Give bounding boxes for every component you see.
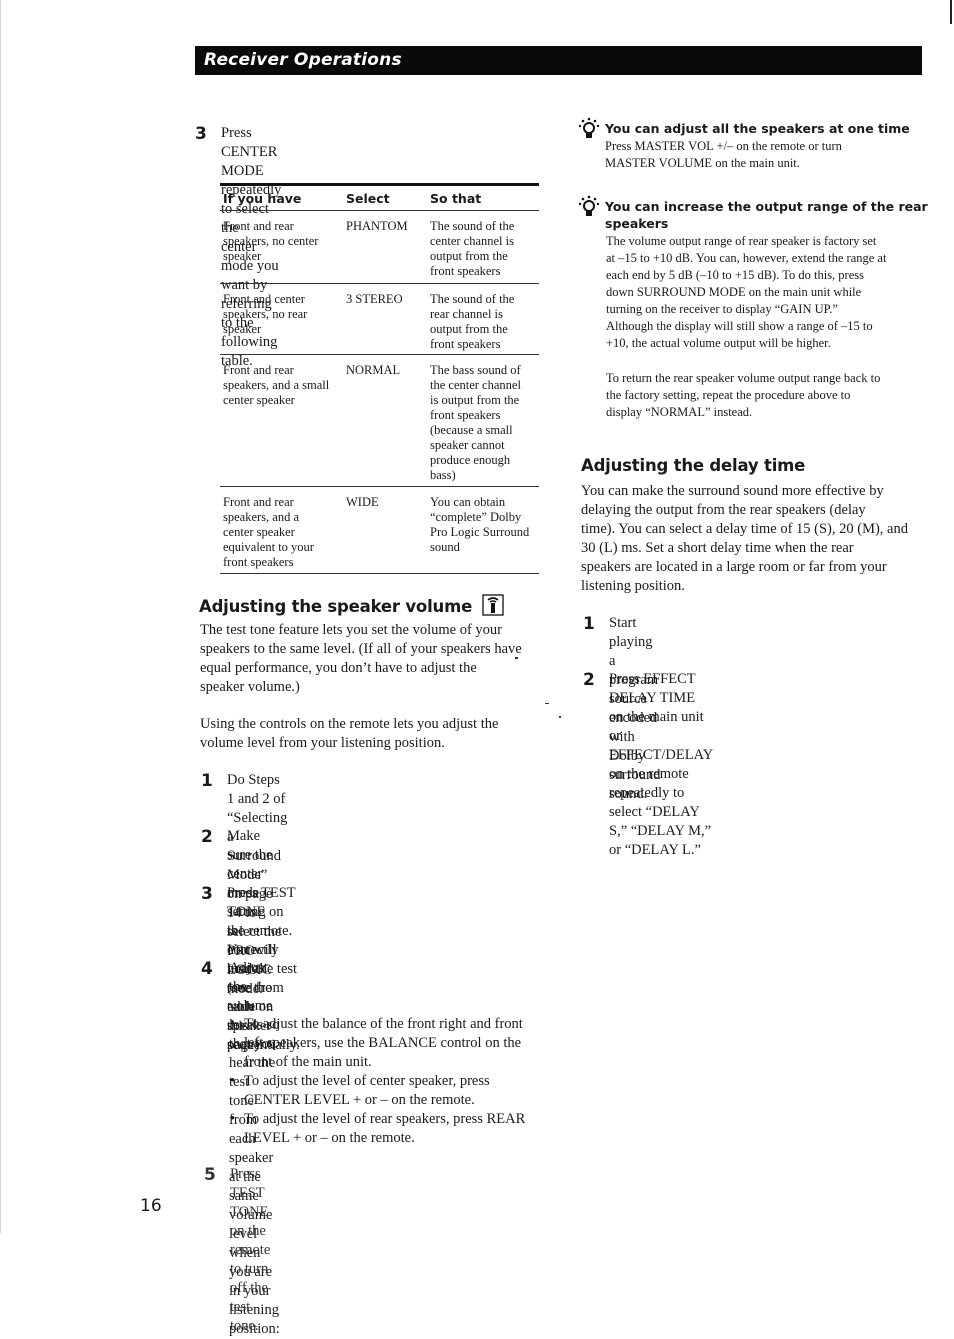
cell-select: 3 STEREO bbox=[346, 292, 403, 306]
table-row: Front and rear speakers, no center speak… bbox=[220, 211, 539, 283]
cell-result: The sound of the center channel is outpu… bbox=[430, 219, 515, 278]
step-number: 1 bbox=[583, 614, 595, 634]
scan-edge-mark bbox=[950, 0, 952, 24]
step-number: 3 bbox=[201, 884, 213, 904]
lightbulb-tip-icon bbox=[578, 195, 600, 219]
cell-have: Front and rear speakers, no center speak… bbox=[223, 219, 319, 263]
step-number: 2 bbox=[201, 827, 213, 847]
cell-result: The bass sound of the center channel is … bbox=[430, 363, 521, 482]
delay-time-intro: You can make the surround sound more eff… bbox=[581, 483, 908, 594]
table-row: Front and center speakers, no rear speak… bbox=[220, 284, 539, 354]
cell-have: Front and rear speakers, and a center sp… bbox=[223, 495, 314, 569]
tip-title: You can adjust all the speakers at one t… bbox=[605, 121, 910, 136]
speaker-volume-intro-2: Using the controls on the remote lets yo… bbox=[200, 716, 499, 751]
cell-result: The sound of the rear channel is output … bbox=[430, 292, 515, 351]
step-number: 4 bbox=[201, 959, 213, 979]
scan-speck bbox=[515, 657, 518, 659]
remote-control-icon bbox=[481, 594, 504, 620]
lightbulb-tip-icon bbox=[578, 117, 600, 141]
cell-select: NORMAL bbox=[346, 363, 401, 377]
table-row: Front and rear speakers, and a center sp… bbox=[220, 487, 539, 573]
tip-body: Press MASTER VOL +/– on the remote or tu… bbox=[605, 139, 842, 170]
section-heading-delay-time: Adjusting the delay time bbox=[581, 456, 806, 475]
section-title: Receiver Operations bbox=[204, 50, 402, 70]
section-header-bar: Receiver Operations bbox=[195, 46, 922, 75]
column-header-select: Select bbox=[346, 191, 390, 206]
bullet-item: To adjust the balance of the front right… bbox=[230, 1015, 525, 1072]
cell-have: Front and center speakers, no rear speak… bbox=[223, 292, 308, 336]
column-header-result: So that bbox=[430, 191, 482, 206]
heading-text: Adjusting the speaker volume bbox=[199, 597, 473, 616]
table-row: Front and rear speakers, and a small cen… bbox=[220, 355, 539, 486]
cell-have: Front and rear speakers, and a small cen… bbox=[223, 363, 330, 407]
step-number: 5 bbox=[204, 1165, 216, 1185]
cell-result: You can obtain “complete” Dolby Pro Logi… bbox=[430, 495, 530, 554]
tip-body-2: To return the rear speaker volume output… bbox=[606, 371, 881, 419]
speaker-volume-intro: The test tone feature lets you set the v… bbox=[200, 622, 522, 695]
table-header-row: If you have Select So that bbox=[220, 186, 539, 210]
page-number: 16 bbox=[140, 1196, 162, 1216]
cell-select: WIDE bbox=[346, 495, 379, 509]
cell-select: PHANTOM bbox=[346, 219, 408, 233]
step-number: 3 bbox=[195, 124, 207, 144]
bullet-item: To adjust the level of center speaker, p… bbox=[230, 1072, 525, 1110]
center-mode-table: If you have Select So that Front and rea… bbox=[220, 183, 539, 574]
volume-adjust-bullets: To adjust the balance of the front right… bbox=[230, 1015, 525, 1148]
tip-title: You can increase the output range of the… bbox=[605, 199, 928, 231]
step-text: Press TEST TONE on the remote to turn of… bbox=[230, 1166, 271, 1334]
scan-speck bbox=[545, 703, 549, 704]
step-number: 2 bbox=[583, 670, 595, 690]
tip-body: The volume output range of rear speaker … bbox=[606, 234, 887, 350]
column-header-have: If you have bbox=[223, 191, 302, 206]
scan-speck bbox=[559, 716, 561, 718]
step-number: 1 bbox=[201, 771, 213, 791]
scan-edge bbox=[0, 0, 1, 1233]
table-bottom-rule bbox=[220, 573, 539, 574]
section-heading-speaker-volume: Adjusting the speaker volume bbox=[199, 594, 504, 620]
step-text: Press EFFECT DELAY TIME on the main unit… bbox=[609, 671, 713, 858]
bullet-item: To adjust the level of rear speakers, pr… bbox=[230, 1110, 525, 1148]
